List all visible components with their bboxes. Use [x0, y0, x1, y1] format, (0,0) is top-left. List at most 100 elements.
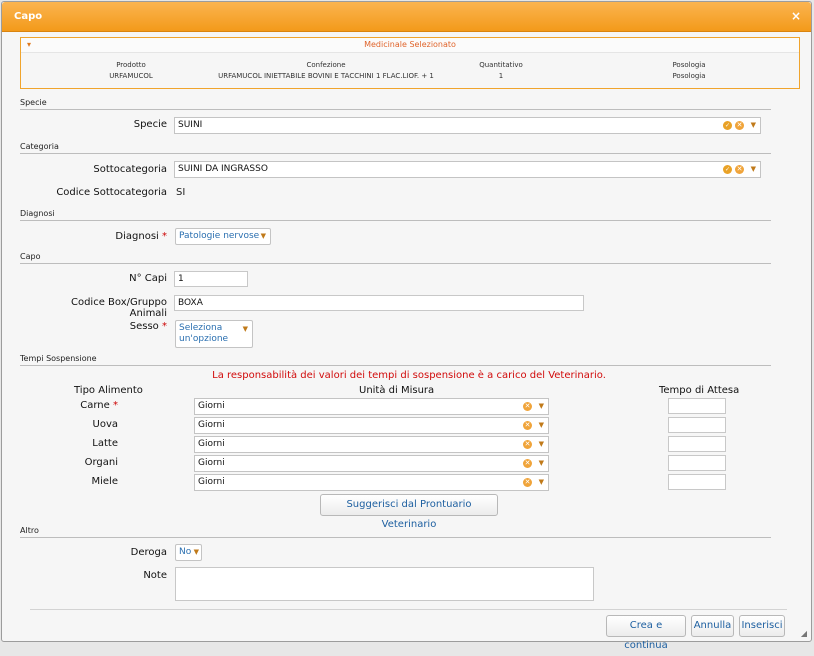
medicinal-col-quantitativo: Quantitativo 1 — [451, 60, 551, 82]
resize-grip-icon[interactable]: ◢ — [801, 629, 807, 638]
specie-value: SUINI — [178, 120, 203, 130]
footer-divider — [30, 609, 787, 610]
tempo-attesa-input[interactable] — [668, 455, 726, 471]
sottocategoria-value: SUINI DA INGRASSO — [178, 164, 268, 174]
diagnosi-label-text: Diagnosi — [115, 231, 159, 242]
codice-sottocategoria-label: Codice Sottocategoria — [56, 187, 167, 198]
unita-misura-value: Giorni — [198, 420, 225, 430]
dialog-titlebar[interactable]: Capo × — [2, 2, 811, 32]
chevron-down-icon[interactable]: ▼ — [539, 475, 544, 490]
note-label: Note — [143, 570, 167, 581]
medicinal-col-confezione: Confezione URFAMUCOL INIETTABILE BOVINI … — [201, 60, 451, 82]
tempo-attesa-input[interactable] — [668, 398, 726, 414]
medicinal-header: Confezione — [306, 61, 346, 69]
inserisci-button[interactable]: Inserisci — [739, 615, 785, 637]
specie-select[interactable]: SUINI ✓ ✕ ▼ — [174, 117, 761, 134]
tempi-warning: La responsabilità dei valori dei tempi d… — [212, 370, 606, 381]
unita-misura-value: Giorni — [198, 477, 225, 487]
medicinal-value: Posologia — [672, 72, 706, 80]
medicinal-value: URFAMUCOL — [109, 72, 153, 80]
check-icon[interactable]: ✓ — [723, 121, 732, 130]
diagnosi-select[interactable]: Patologie nervose ▼ — [175, 228, 271, 245]
diagnosi-value: Patologie nervose — [179, 231, 260, 241]
tempo-attesa-input[interactable] — [668, 417, 726, 433]
chevron-down-icon[interactable]: ▼ — [539, 418, 544, 433]
unita-misura-select[interactable]: Giorni ✕ ▼ — [194, 417, 549, 434]
capo-dialog: Capo × ▾ Medicinale Selezionato Prodotto… — [1, 1, 812, 651]
clear-icon[interactable]: ✕ — [735, 165, 744, 174]
section-tempi: Tempi Sospensione — [20, 354, 771, 366]
tempo-attesa-input[interactable] — [668, 436, 726, 452]
sesso-label-text: Sesso — [129, 321, 159, 332]
section-categoria: Categoria — [20, 142, 771, 154]
codice-box-label: Codice Box/Gruppo Animali — [70, 297, 167, 319]
chevron-down-icon[interactable]: ▼ — [194, 545, 199, 560]
tipo-alimento-label: Organi — [42, 457, 118, 468]
clear-icon[interactable]: ✕ — [523, 402, 532, 411]
diagnosi-label: Diagnosi * — [62, 231, 167, 242]
tipo-alimento-label: Carne * — [42, 400, 118, 411]
tipo-alimento-label: Miele — [42, 476, 119, 487]
unita-misura-select[interactable]: Giorni ✕ ▼ — [194, 474, 549, 491]
chevron-down-icon[interactable]: ▼ — [243, 324, 248, 335]
suggerisci-button[interactable]: Suggerisci dal Prontuario Veterinario — [320, 494, 498, 530]
medicinal-header: Posologia — [672, 61, 706, 69]
clear-icon[interactable]: ✕ — [523, 459, 532, 468]
medicinal-panel: ▾ Medicinale Selezionato Prodotto URFAMU… — [20, 37, 800, 89]
ncapi-label: N° Capi — [129, 273, 167, 284]
unita-misura-value: Giorni — [198, 401, 225, 411]
section-specie: Specie — [20, 98, 771, 110]
sesso-placeholder-line1: Seleziona — [179, 323, 223, 333]
specie-label: Specie — [133, 119, 167, 130]
chevron-down-icon[interactable]: ▼ — [539, 456, 544, 471]
tipo-alimento-text: Latte — [92, 438, 118, 449]
deroga-label: Deroga — [130, 547, 167, 558]
clear-icon[interactable]: ✕ — [735, 121, 744, 130]
tipo-alimento-text: Carne — [80, 400, 110, 411]
medicinal-value: 1 — [498, 72, 504, 80]
clear-icon[interactable]: ✕ — [523, 440, 532, 449]
medicinal-col-prodotto: Prodotto URFAMUCOL — [81, 60, 181, 82]
chevron-down-icon[interactable]: ▼ — [751, 162, 756, 177]
required-marker: * — [113, 400, 118, 411]
crea-continua-button[interactable]: Crea e continua — [606, 615, 686, 651]
codice-box-input[interactable]: BOXA — [174, 295, 584, 311]
unita-misura-value: Giorni — [198, 458, 225, 468]
deroga-value: No — [179, 547, 192, 557]
tempo-attesa-input[interactable] — [668, 474, 726, 490]
sesso-select[interactable]: Seleziona un'opzione ▼ — [175, 320, 253, 348]
chevron-down-icon[interactable]: ▼ — [751, 118, 756, 133]
sesso-label: Sesso * — [62, 321, 167, 332]
tipo-alimento-label: Latte — [42, 438, 118, 449]
medicinal-value: URFAMUCOL INIETTABILE BOVINI E TACCHINI … — [218, 72, 434, 80]
clear-icon[interactable]: ✕ — [523, 478, 532, 487]
close-icon[interactable]: × — [791, 9, 801, 23]
unita-misura-select[interactable]: Giorni ✕ ▼ — [194, 455, 549, 472]
required-marker: * — [162, 231, 167, 242]
medicinal-header: Quantitativo — [479, 61, 523, 69]
ncapi-input[interactable]: 1 — [174, 271, 248, 287]
sesso-placeholder-line2: un'opzione — [179, 334, 229, 344]
required-marker: * — [162, 321, 167, 332]
unita-misura-select[interactable]: Giorni ✕ ▼ — [194, 398, 549, 415]
clear-icon[interactable]: ✕ — [523, 421, 532, 430]
col-tempo-attesa: Tempo di Attesa — [659, 385, 740, 396]
check-icon[interactable]: ✓ — [723, 165, 732, 174]
unita-misura-value: Giorni — [198, 439, 225, 449]
unita-misura-select[interactable]: Giorni ✕ ▼ — [194, 436, 549, 453]
codice-sottocategoria-value: SI — [176, 187, 186, 198]
tipo-alimento-text: Organi — [84, 457, 118, 468]
sottocategoria-select[interactable]: SUINI DA INGRASSO ✓ ✕ ▼ — [174, 161, 761, 178]
chevron-down-icon[interactable]: ▼ — [539, 437, 544, 452]
tipo-alimento-text: Miele — [91, 476, 119, 487]
section-capo: Capo — [20, 252, 771, 264]
chevron-down-icon[interactable]: ▼ — [261, 229, 266, 244]
medicinal-panel-header[interactable]: ▾ Medicinale Selezionato — [21, 38, 799, 53]
medicinal-header: Prodotto — [116, 61, 146, 69]
note-textarea[interactable] — [175, 567, 594, 601]
dialog-title: Capo — [14, 11, 43, 22]
chevron-down-icon[interactable]: ▼ — [539, 399, 544, 414]
deroga-select[interactable]: No ▼ — [175, 544, 202, 561]
annulla-button[interactable]: Annulla — [691, 615, 734, 637]
medicinal-panel-title: Medicinale Selezionato — [364, 40, 456, 49]
